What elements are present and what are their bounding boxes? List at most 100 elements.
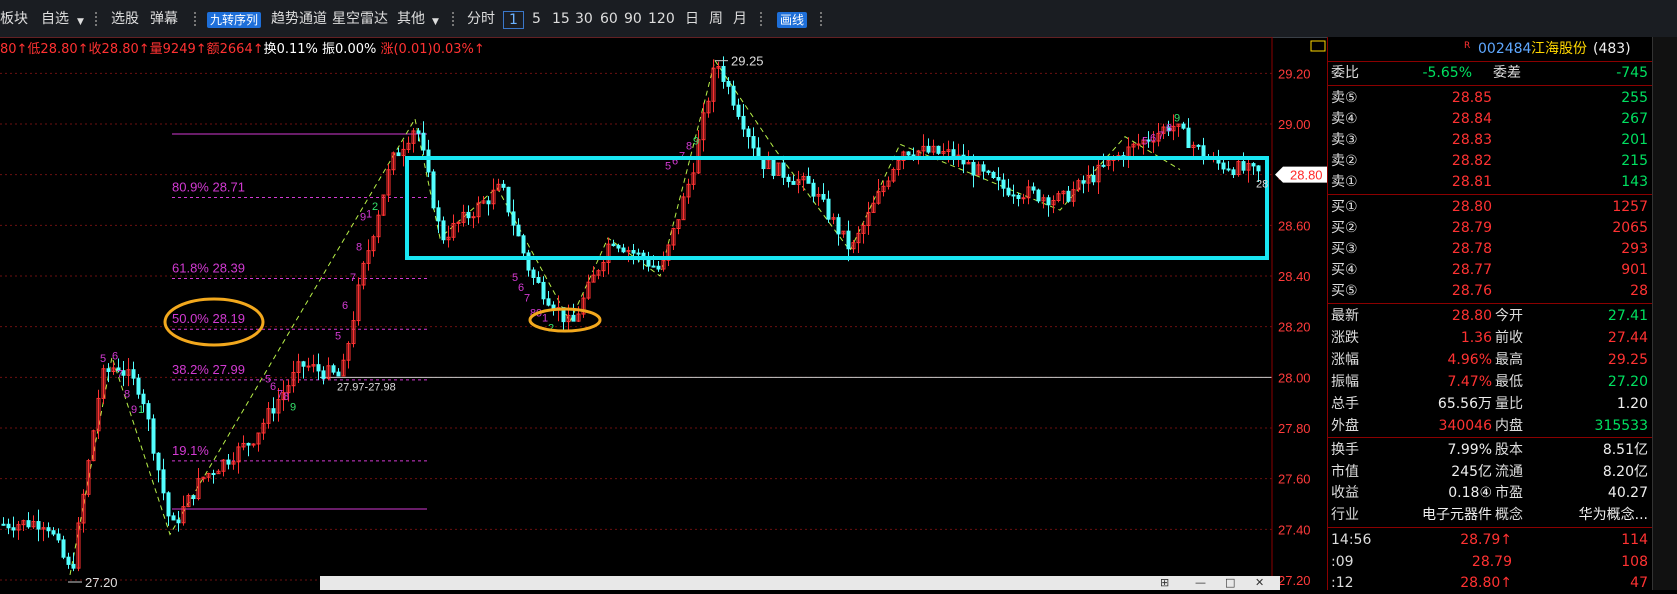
tab-bankuai[interactable]: 板块 <box>0 11 28 27</box>
quote-row[interactable]: 振幅 7.47% 最低 27.20 <box>1328 371 1652 393</box>
other-dropdown-icon[interactable]: ▼ <box>432 14 439 30</box>
tab-star-radar[interactable]: 星空雷达 <box>332 11 388 27</box>
fundamental-row[interactable]: 行业 电子元器件 概念 华为概念... <box>1328 504 1652 526</box>
row-label-2: 今开 <box>1495 308 1523 324</box>
toolbar-separator <box>760 12 763 26</box>
nine-turn-mark: 5 <box>100 353 106 365</box>
row-label: 换手 <box>1331 442 1359 458</box>
kline-chart[interactable]: 80.9% 28.71 61.8% 28.39 50.0% 28.19 38.2% 2… <box>0 37 1327 590</box>
candle-body <box>1091 174 1096 183</box>
tab-xuangu[interactable]: 选股 <box>111 11 139 27</box>
quote-row[interactable]: 涨幅 4.96% 最高 29.25 <box>1328 349 1652 371</box>
candle-body <box>1046 197 1051 206</box>
candle-body <box>306 365 311 368</box>
close-icon[interactable]: ✕ <box>1255 576 1264 589</box>
period-90[interactable]: 90 <box>624 11 642 27</box>
jiuzhuan-button[interactable]: 九转序列 <box>207 12 262 28</box>
consolidation-box <box>405 156 1269 260</box>
weibi-row: 委比 -5.65% 委差 -745 <box>1331 65 1648 81</box>
buy-level-row[interactable]: 买⑤ 28.76 28 <box>1328 280 1652 302</box>
candle-body <box>226 459 231 465</box>
fundamental-row[interactable]: 换手 7.99% 股本 8.51亿 <box>1328 439 1652 461</box>
row-value-2: 1257 <box>1612 199 1648 215</box>
sell-level-row[interactable]: 卖① 28.81 143 <box>1328 171 1652 193</box>
row-value-2: 29.25 <box>1607 352 1648 368</box>
candle-body <box>61 539 66 558</box>
bottom-floating-window[interactable]: ⊞ — □ ✕ <box>320 576 1280 590</box>
stock-name: 江海股份 <box>1531 41 1587 57</box>
tab-zixuan[interactable]: 自选 <box>41 11 69 27</box>
period-1min[interactable]: 1 <box>503 11 524 29</box>
period-week[interactable]: 周 <box>709 11 723 27</box>
row-value: 0.18④ <box>1448 485 1492 501</box>
candle-body <box>431 171 436 209</box>
row-value: 28.80 <box>1451 199 1492 215</box>
quote-row[interactable]: 总手 65.56万 量比 1.20 <box>1328 393 1652 415</box>
candle-body <box>51 530 56 535</box>
quote-row[interactable]: 涨跌 1.36 前收 27.44 <box>1328 327 1652 349</box>
minimize-icon[interactable]: — <box>1195 576 1206 589</box>
nine-turn-mark: 7 <box>524 292 530 304</box>
maximize-icon[interactable]: □ <box>1225 576 1235 589</box>
nine-turn-mark: 8 <box>283 391 289 403</box>
tab-danmu[interactable]: 弹幕 <box>150 11 178 27</box>
tick-row[interactable]: 14:56 28.79↑ 114 <box>1328 529 1652 551</box>
candle-body <box>986 170 991 173</box>
quote-row[interactable]: 外盘 340046 内盘 315533 <box>1328 415 1652 437</box>
fundamental-row[interactable]: 市值 245亿 流通 8.20亿 <box>1328 461 1652 483</box>
candle-body <box>1101 164 1106 167</box>
row-label: 卖④ <box>1331 111 1358 127</box>
candle-body <box>736 104 741 117</box>
fib-level-label: 61.8% 28.39 <box>172 261 245 276</box>
row-value: 7.99% <box>1447 442 1492 458</box>
draw-line-button[interactable]: 画线 <box>777 12 808 28</box>
sell-level-row[interactable]: 卖⑤ 28.85 255 <box>1328 87 1652 109</box>
buy-level-row[interactable]: 买④ 28.77 901 <box>1328 259 1652 281</box>
tab-trend-channel[interactable]: 趋势通道 <box>271 11 327 27</box>
buy-level-row[interactable]: 买③ 28.78 293 <box>1328 238 1652 260</box>
candle-body <box>616 245 621 249</box>
tab-fenshi[interactable]: 分时 <box>467 11 495 27</box>
candle-body <box>321 370 326 379</box>
period-5[interactable]: 5 <box>532 11 541 27</box>
period-60[interactable]: 60 <box>600 11 618 27</box>
sell-level-row[interactable]: 卖④ 28.84 267 <box>1328 108 1652 130</box>
candle-body <box>1081 180 1086 184</box>
row-value-2: 28 <box>1630 283 1648 299</box>
row-label-2: 前收 <box>1495 330 1523 346</box>
candle-body <box>421 132 426 151</box>
sell-level-row[interactable]: 卖② 28.82 215 <box>1328 150 1652 172</box>
row-value: 245亿 <box>1451 463 1492 480</box>
buy-level-row[interactable]: 买① 28.80 1257 <box>1328 196 1652 218</box>
toolbar-separator <box>194 12 197 26</box>
tab-other[interactable]: 其他 <box>397 11 425 27</box>
period-120[interactable]: 120 <box>648 11 675 27</box>
buy-level-row[interactable]: 买② 28.79 2065 <box>1328 217 1652 239</box>
zixuan-dropdown-icon[interactable]: ▼ <box>77 14 84 30</box>
panel-toggle-icon <box>1310 40 1326 52</box>
tick-row[interactable]: :12 28.80↑ 47 <box>1328 572 1652 594</box>
sell-level-row[interactable]: 卖③ 28.83 201 <box>1328 129 1652 151</box>
price-tick-label: 28.40 <box>1278 269 1311 284</box>
period-30[interactable]: 30 <box>575 11 593 27</box>
fundamental-row[interactable]: 收益 0.18④ 市盈 40.27 <box>1328 482 1652 504</box>
period-month[interactable]: 月 <box>733 11 747 27</box>
quote-row[interactable]: 最新 28.80 今开 27.41 <box>1328 305 1652 327</box>
period-15[interactable]: 15 <box>552 11 570 27</box>
candle-body <box>631 250 636 254</box>
nine-turn-mark: 8 <box>356 242 362 254</box>
row-value-2: 293 <box>1621 241 1648 257</box>
row-value-2: 143 <box>1621 174 1648 190</box>
row-value: 28.76 <box>1451 283 1492 299</box>
row-value: 28.77 <box>1451 262 1492 278</box>
tick-row[interactable]: :09 28.79 108 <box>1328 551 1652 573</box>
pin-icon[interactable]: ⊞ <box>1160 576 1169 589</box>
row-label-2: 股本 <box>1495 442 1523 458</box>
side-toolbar[interactable] <box>1652 37 1677 590</box>
candle-body <box>771 159 776 176</box>
period-day[interactable]: 日 <box>685 11 699 27</box>
candle-body <box>1006 187 1011 196</box>
nine-turn-mark: 9 <box>290 401 296 413</box>
candle-body <box>56 533 61 541</box>
row-label: 涨幅 <box>1331 352 1359 368</box>
